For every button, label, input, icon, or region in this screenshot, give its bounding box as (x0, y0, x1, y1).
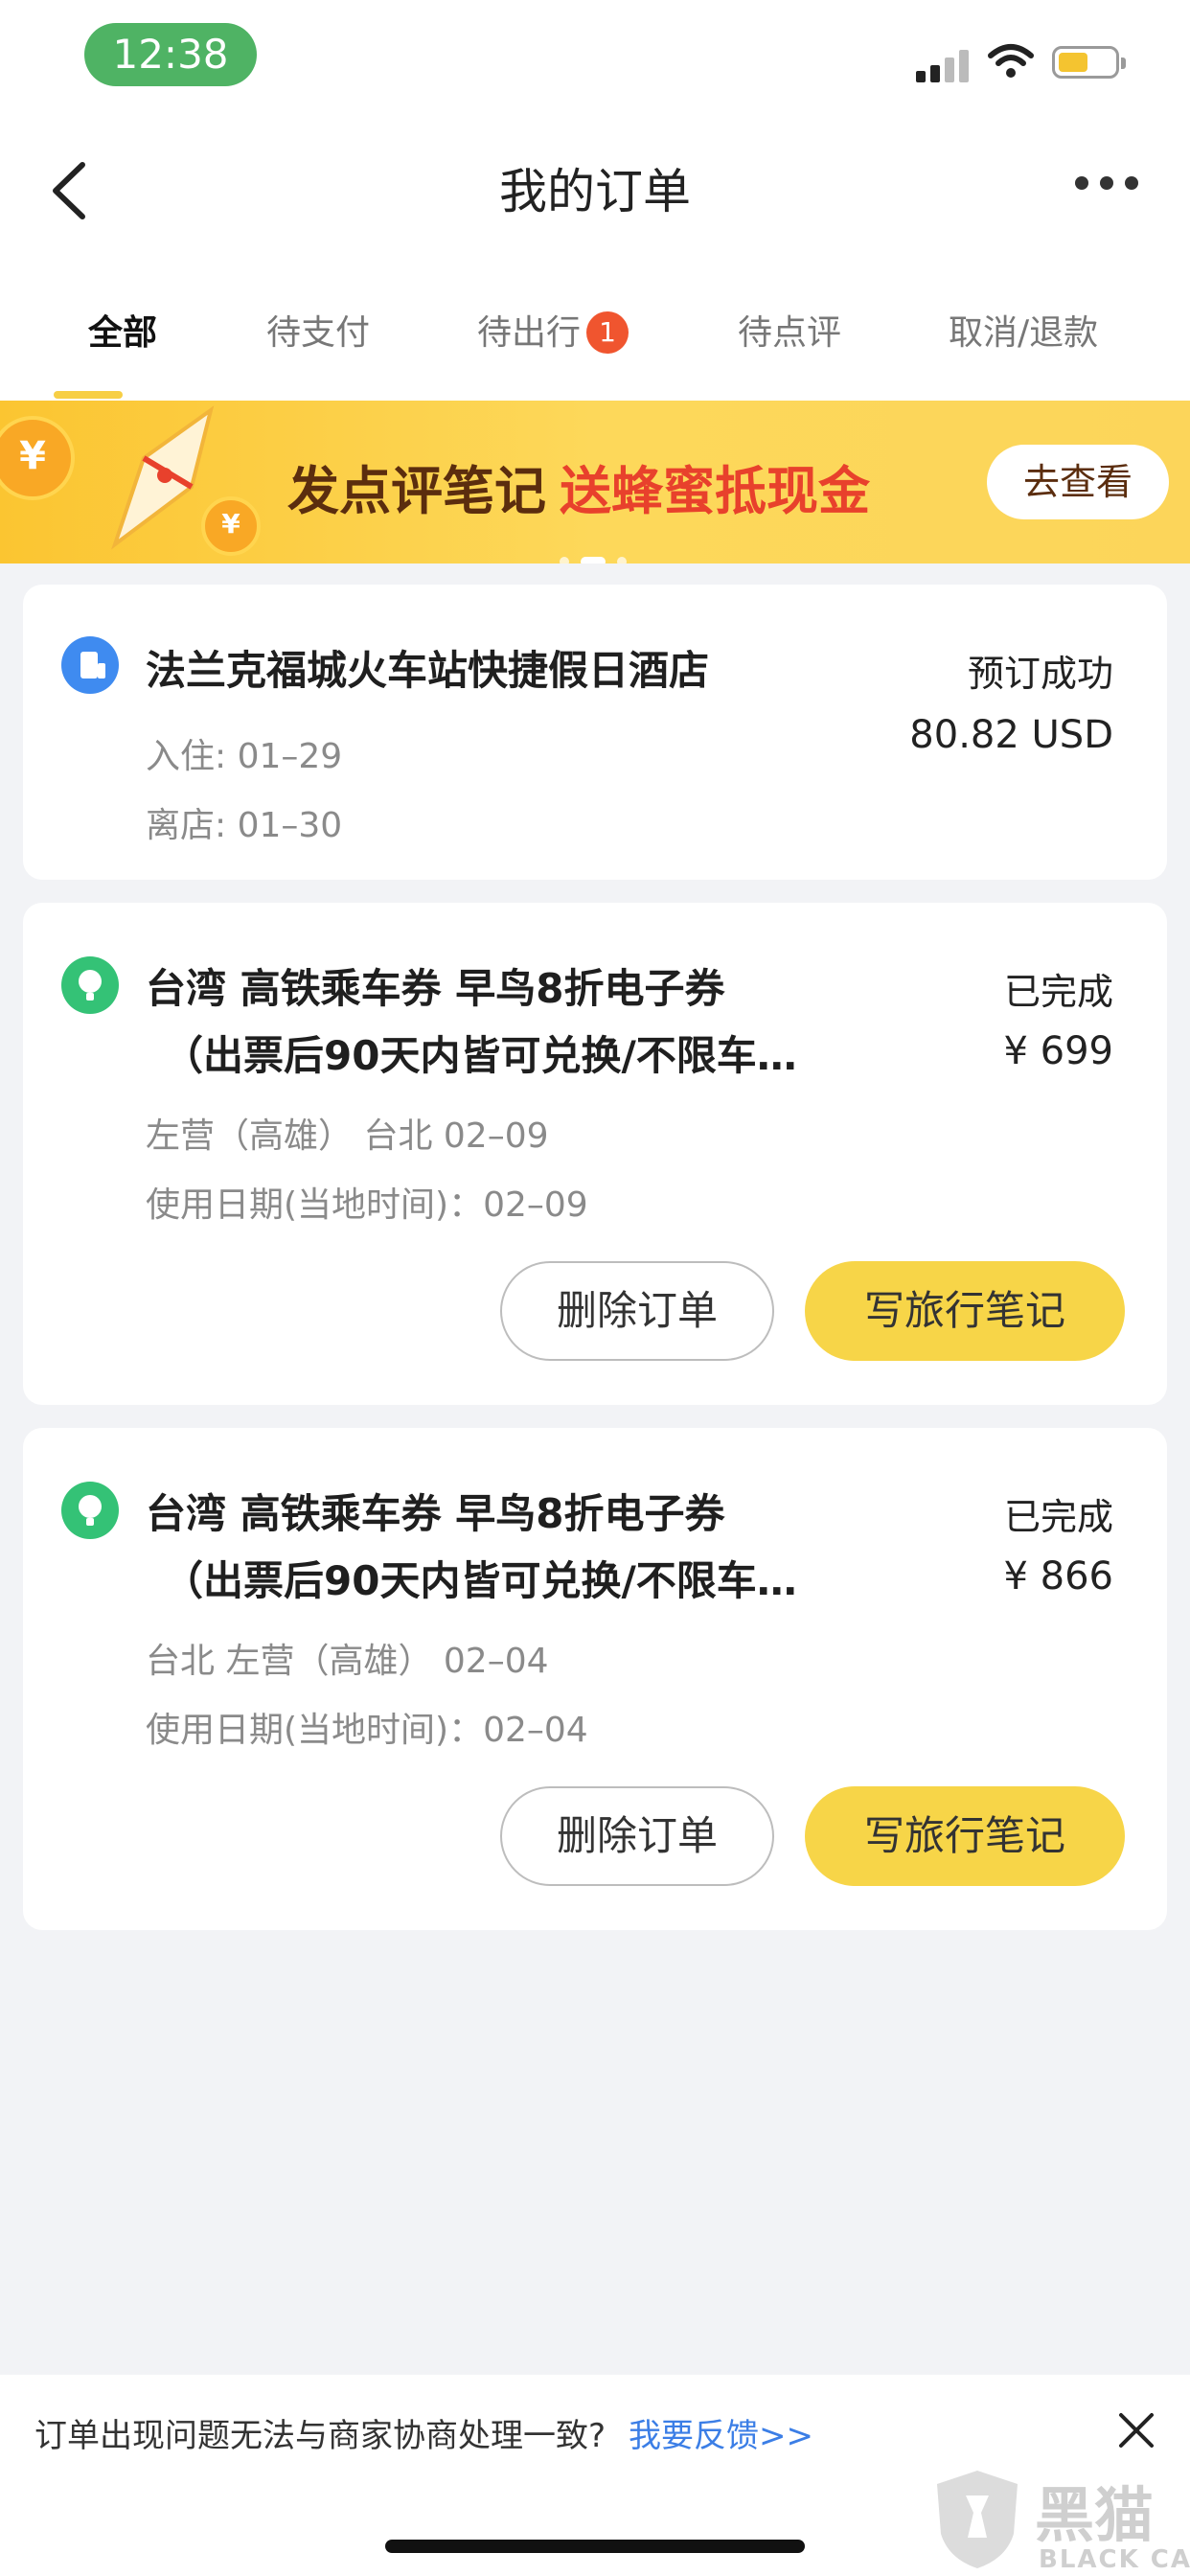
banner-view-button[interactable]: 去查看 (987, 445, 1169, 519)
order-status: 已完成 (1003, 1496, 1113, 1538)
order-name: 法兰克福城火车站快捷假日酒店 (146, 647, 710, 694)
nav-bar: 我的订单 (0, 115, 1190, 259)
order-tabs: 全部 待支付 待出行 1 待点评 取消/退款 (0, 259, 1190, 401)
order-status: 已完成 (1003, 971, 1113, 1013)
page-title: 我的订单 (499, 164, 691, 219)
tab-cancel-refund[interactable]: 取消/退款 (949, 305, 1098, 355)
tab-upcoming-trip-label: 待出行 (477, 313, 582, 353)
feedback-question: 订单出现问题无法与商家协商处理一致? (34, 2417, 606, 2455)
watermark-subtext: BLACK CAT (1039, 2545, 1190, 2574)
route-date: 台北 左营（高雄） 02–04 (146, 1642, 549, 1681)
coin-icon: ¥ (0, 416, 75, 500)
feedback-prompt: 订单出现问题无法与商家协商处理一致? 我要反馈>> (34, 2409, 813, 2456)
ticket-icon (61, 1482, 119, 1539)
banner-headline: 发点评笔记 送蜂蜜抵现金 (287, 448, 870, 524)
order-status: 预订成功 (967, 653, 1113, 695)
more-options-icon[interactable] (1075, 176, 1142, 196)
order-price: 80.82 USD (909, 713, 1113, 757)
tab-badge: 1 (586, 311, 629, 354)
tab-all-label: 全部 (88, 313, 158, 353)
tab-pending-payment-label: 待支付 (266, 313, 371, 353)
promo-banner[interactable]: ¥ ¥ 发点评笔记 送蜂蜜抵现金 去查看 (0, 401, 1190, 564)
pen-nib-icon (111, 405, 215, 550)
check-out-date: 离店: 01–30 (146, 806, 343, 845)
order-name-line2: （出票后90天内皆可兑换/不限车… (163, 1557, 797, 1604)
order-price: ¥ 866 (1003, 1554, 1113, 1598)
wifi-icon (988, 44, 1034, 78)
check-in-date: 入住: 01–29 (146, 737, 343, 776)
order-card[interactable]: 台湾 高铁乘车券 早鸟8折电子券 （出票后90天内皆可兑换/不限车… 已完成 ¥… (23, 1428, 1167, 1930)
write-travel-note-button[interactable]: 写旅行笔记 (805, 1786, 1125, 1886)
order-card[interactable]: 法兰克福城火车站快捷假日酒店 预订成功 80.82 USD 入住: 01–29 … (23, 585, 1167, 880)
order-price: ¥ 699 (1003, 1029, 1113, 1073)
hotel-icon (61, 636, 119, 694)
active-tab-indicator (54, 391, 123, 399)
order-name-line1: 台湾 高铁乘车券 早鸟8折电子券 (146, 1490, 725, 1537)
order-name-line2: （出票后90天内皆可兑换/不限车… (163, 1032, 797, 1079)
status-time: 12:38 (84, 23, 257, 86)
banner-text-highlight: 送蜂蜜抵现金 (560, 461, 870, 521)
cat-shield-icon (937, 2471, 1018, 2568)
usage-date: 使用日期(当地时间)：02–04 (146, 1711, 588, 1750)
cellular-signal-icon (916, 50, 970, 82)
delete-order-button[interactable]: 删除订单 (500, 1261, 774, 1361)
tab-upcoming-trip[interactable]: 待出行 1 (477, 305, 629, 355)
tab-cancel-refund-label: 取消/退款 (949, 313, 1099, 353)
ticket-icon (61, 956, 119, 1014)
write-travel-note-button[interactable]: 写旅行笔记 (805, 1261, 1125, 1361)
carousel-dots (560, 552, 638, 564)
tab-pending-review[interactable]: 待点评 (738, 305, 841, 355)
tab-pending-payment[interactable]: 待支付 (266, 305, 370, 355)
tab-pending-review-label: 待点评 (738, 313, 842, 353)
delete-order-button[interactable]: 删除订单 (500, 1786, 774, 1886)
home-indicator[interactable] (385, 2540, 805, 2553)
feedback-link[interactable]: 我要反馈>> (629, 2417, 813, 2455)
feedback-bar: 订单出现问题无法与商家协商处理一致? 我要反馈>> 黑猫 BLACK CAT (0, 2375, 1190, 2576)
watermark-text: 黑猫 (1035, 2480, 1155, 2550)
usage-date: 使用日期(当地时间)：02–09 (146, 1185, 588, 1225)
battery-icon (1052, 46, 1126, 79)
banner-text-main: 发点评笔记 (287, 461, 546, 521)
route-date: 左营（高雄） 台北 02–09 (146, 1116, 549, 1156)
tab-all[interactable]: 全部 (88, 305, 157, 355)
order-name-line1: 台湾 高铁乘车券 早鸟8折电子券 (146, 965, 725, 1012)
close-icon[interactable] (1115, 2409, 1157, 2451)
status-bar: 12:38 (0, 0, 1190, 115)
watermark: 黑猫 BLACK CAT (929, 2467, 1190, 2576)
order-card[interactable]: 台湾 高铁乘车券 早鸟8折电子券 （出票后90天内皆可兑换/不限车… 已完成 ¥… (23, 903, 1167, 1405)
